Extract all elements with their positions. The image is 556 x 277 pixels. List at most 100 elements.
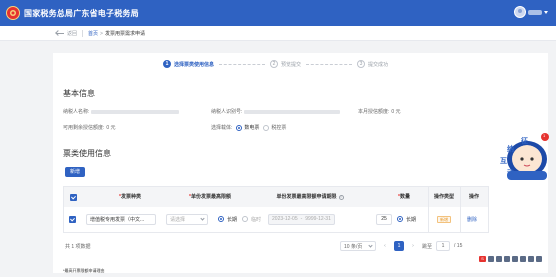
site-title: 国家税务总局广东省电子税务局 [24,9,139,18]
step-connector [306,63,353,65]
month-limit-label: 本月授信额度: [358,109,390,115]
taxpayer-id-field: 纳税人识别号: [211,108,341,115]
qty-long-label[interactable]: 长期 [406,216,416,223]
period-long-label[interactable]: 长期 [227,216,237,223]
chevron-down-icon [200,215,205,221]
page-size-select[interactable]: 10 条/页 [340,241,376,251]
pagination: 10 条/页 ‹ 1 › 跳至 1 / 15 [340,241,462,251]
max-amount-select[interactable]: 请选择 [166,213,208,225]
step-2: 2 预览提交 [270,60,301,68]
delete-link[interactable]: 删除 [467,216,477,223]
date-range-input: 2023-12-05 - 9999-12-31 [268,213,335,225]
col-action: 操作 [468,194,479,200]
mascot-char: 纳 [507,146,514,153]
month-limit-field: 本月授信额度: 0 元 [358,108,401,115]
total-count: 共 1 项数据 [65,244,91,250]
step-connector [219,63,266,65]
chevron-down-icon [368,242,373,248]
radio-period-long[interactable] [218,216,224,222]
radio-period-temp[interactable] [242,216,249,222]
row-checkbox[interactable] [69,215,76,223]
invoice-type-select[interactable]: 增值税专用发票（中文... [86,213,156,225]
col-invoice-type: * 发票种类 [119,194,141,200]
radio-qty-long[interactable] [397,216,403,222]
tray-icon[interactable] [536,256,542,262]
step-indicator: 1 选择票类使用信息 2 预览提交 3 提交成功 [163,60,388,68]
next-page-button[interactable]: › [408,241,418,251]
taxpayer-name-label: 纳税人名称: [63,109,90,115]
column-divider [428,187,429,232]
system-tray: S [479,256,542,262]
username-masked [528,9,542,15]
available-limit-label: 可用剩余授信额度: [63,125,105,131]
period-temp-label[interactable]: 临时 [251,216,261,223]
chevron-down-icon[interactable] [544,10,548,14]
cell-quantity: 25 长期 [376,212,416,226]
cell-period: 长期 临时 2023-12-05 - 9999-12-31 [214,212,335,226]
tray-icon[interactable] [512,256,518,262]
column-divider [460,187,461,232]
cell-op-type: 新增 [437,212,451,226]
available-limit-value: 0 元 [106,125,116,131]
cell-action: 删除 [467,212,477,226]
cell-invoice-type: 增值税专用发票（中文... [86,212,176,226]
taxpayer-name-masked [91,109,180,114]
user-menu[interactable] [514,6,548,18]
tray-icon[interactable] [496,256,502,262]
radio-digital-invoice[interactable] [236,124,243,131]
carrier-option-tax-control[interactable]: 税控票 [271,124,286,131]
tray-icon[interactable] [520,256,526,262]
usage-table: * 发票种类 *单份发票最高限额 单份发票最高限额申请期限 i * 数量 操作类型 操… [63,186,489,233]
cell-max-amount: 请选择 [166,212,208,226]
goto-page-input[interactable]: 1 [436,241,451,251]
carrier-option-digital[interactable]: 数电票 [244,124,259,131]
taxpayer-id-masked [244,109,341,114]
step-3: 3 提交成功 [357,60,388,68]
divider [82,30,83,37]
radio-tax-control[interactable] [263,124,270,131]
notification-count: 1 [543,133,546,138]
arrow-left-icon [56,33,64,34]
breadcrumb-home[interactable]: 首页 [88,31,98,37]
top-header: 国家税务总局广东省电子税务局 [0,0,556,26]
breadcrumb-current: 发票用票需求申请 [104,31,145,37]
table-row [69,212,76,226]
main-card [53,53,548,273]
select-all-checkbox[interactable] [69,193,77,201]
prev-page-button[interactable]: ‹ [380,241,390,251]
usage-info-title: 票类使用信息 [63,149,111,158]
col-max-amount: *单份发票最高限额 [189,194,231,200]
taxpayer-id-label: 纳税人识别号: [211,109,243,115]
header-select-all[interactable] [66,187,80,207]
quantity-input[interactable]: 25 [376,213,392,225]
available-limit-field: 可用剩余授信额度: 0 元 [63,124,116,131]
taxpayer-name-field: 纳税人名称: [63,108,180,115]
carrier-label: 选择载体: [211,125,233,131]
breadcrumb-bar: 返回 首页 > 发票用票需求申请 [0,26,556,41]
tray-icon[interactable] [488,256,494,262]
back-button[interactable]: 返回 [56,30,77,37]
basic-info-title: 基本信息 [63,89,95,98]
step-label: 选择票类使用信息 [174,61,215,68]
breadcrumb: 首页 > 发票用票需求申请 [88,30,145,37]
input-method-icon[interactable]: S [479,256,486,262]
col-op-type: 操作类型 [433,194,454,200]
tray-icon[interactable] [528,256,534,262]
avatar[interactable] [514,6,526,18]
status-badge: 新增 [437,215,451,223]
mascot-char: 征 [521,138,528,145]
reason-note: *最高开票限额申请理由 [63,268,105,273]
interactive-assistant-widget[interactable]: 1 征 纳 互 动 [495,131,549,181]
step-label: 预览提交 [281,61,302,68]
add-button[interactable]: 新增 [65,167,85,177]
mascot-char: 动 [507,170,514,177]
mascot-char: 互 [500,158,507,165]
page-number[interactable]: 1 [394,241,404,251]
step-number: 3 [357,60,366,68]
breadcrumb-separator: > [100,31,103,37]
col-quantity: * 数量 [398,194,410,200]
step-1: 1 选择票类使用信息 [163,60,214,68]
info-icon[interactable]: i [338,194,344,200]
month-limit-value: 0 元 [391,109,401,115]
tray-icon[interactable] [504,256,510,262]
